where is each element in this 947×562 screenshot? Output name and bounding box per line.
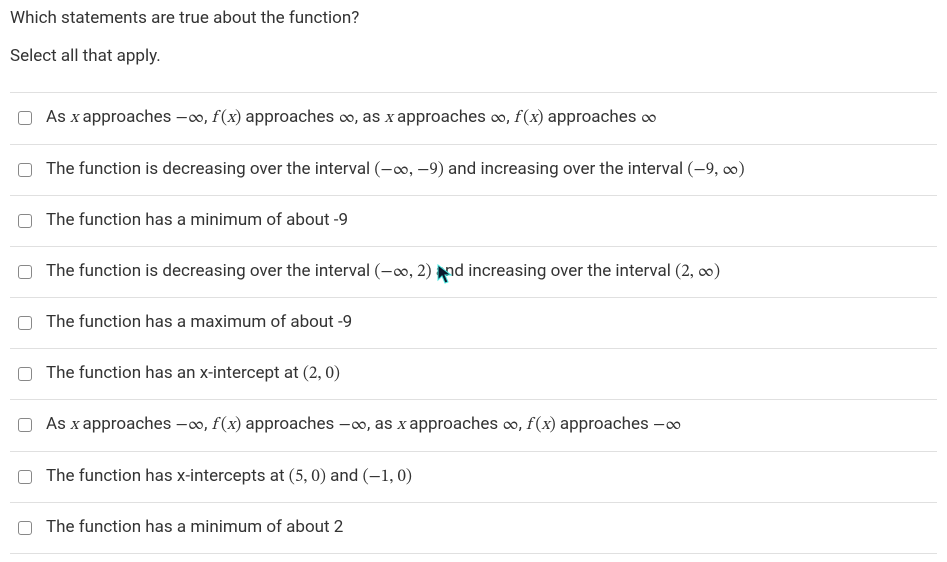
option-row[interactable]: The function has a minimum of about -9 <box>10 196 937 247</box>
option-row[interactable]: As x approaches −∞, f (x) approaches ∞, … <box>10 93 937 145</box>
option-checkbox[interactable] <box>18 111 32 125</box>
option-label: The function has x-intercepts at (5, 0) … <box>46 464 412 491</box>
option-row[interactable]: The function is decreasing over the inte… <box>10 145 937 197</box>
option-checkbox[interactable] <box>18 265 32 279</box>
option-label: The function has a minimum of about -9 <box>46 208 348 234</box>
option-checkbox[interactable] <box>18 418 32 432</box>
option-row[interactable]: The function is decreasing over the inte… <box>10 247 937 299</box>
option-label: The function has a minimum of about 2 <box>46 515 343 541</box>
option-label: The function has an x-intercept at (2, 0… <box>46 361 340 388</box>
instruction-text: Select all that apply. <box>10 46 937 66</box>
option-label: As x approaches −∞, f (x) approaches −∞,… <box>46 412 682 439</box>
option-checkbox[interactable] <box>18 163 32 177</box>
question-text: Which statements are true about the func… <box>10 8 937 28</box>
option-checkbox[interactable] <box>18 470 32 484</box>
option-label: As x approaches −∞, f (x) approaches ∞, … <box>46 105 657 132</box>
option-label: The function is decreasing over the inte… <box>46 259 720 286</box>
option-row[interactable]: The function has a maximum of about -9 <box>10 298 937 349</box>
option-label: The function is decreasing over the inte… <box>46 157 745 184</box>
option-row[interactable]: The function has x-intercepts at (5, 0) … <box>10 452 937 504</box>
option-checkbox[interactable] <box>18 367 32 381</box>
option-label: The function has a maximum of about -9 <box>46 310 352 336</box>
option-checkbox[interactable] <box>18 316 32 330</box>
option-row[interactable]: The function has an x-intercept at (2, 0… <box>10 349 937 401</box>
option-row[interactable]: The function has a minimum of about 2 <box>10 503 937 554</box>
option-checkbox[interactable] <box>18 521 32 535</box>
option-row[interactable]: As x approaches −∞, f (x) approaches −∞,… <box>10 400 937 452</box>
options-list: As x approaches −∞, f (x) approaches ∞, … <box>10 92 937 554</box>
option-checkbox[interactable] <box>18 214 32 228</box>
